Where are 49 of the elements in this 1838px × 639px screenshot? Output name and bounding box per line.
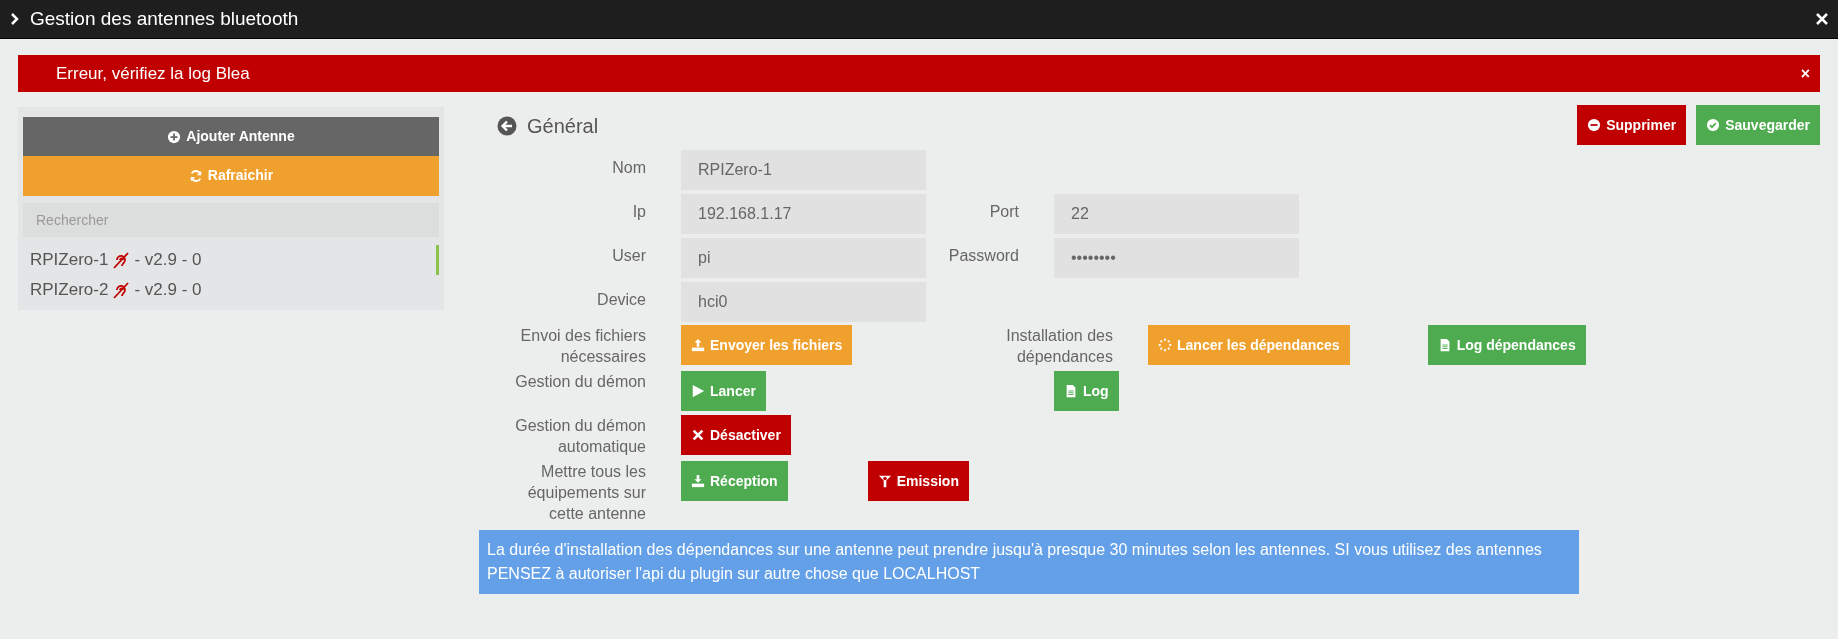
file-icon (1064, 384, 1078, 398)
action-button[interactable]: Lancer (681, 371, 766, 411)
deaf-icon (112, 251, 131, 269)
action-label: Gestion du démon (514, 372, 647, 392)
section-title: Général (527, 114, 599, 139)
text-field[interactable]: •••••••• (1054, 238, 1299, 278)
field-label: Device (596, 290, 647, 310)
upload-icon (691, 338, 705, 352)
action-label: Installation des dépendances (1005, 326, 1114, 367)
alert-text: Erreur, vérifiez la log Blea (56, 62, 251, 85)
action-button[interactable]: Désactiver (681, 415, 791, 455)
field-label: Ip (631, 202, 647, 222)
play-icon (691, 384, 705, 398)
action-label: Mettre tous les équipements sur cette antenne (526, 462, 647, 524)
action-button[interactable]: Supprimer (1577, 105, 1687, 145)
antenna-list-item[interactable]: RPIZero-1 - v2.9 - 0 (23, 245, 439, 275)
close-icon[interactable] (1816, 13, 1828, 25)
field-label: User (611, 246, 647, 266)
field-label: Nom (611, 158, 647, 178)
text-field[interactable]: 192.168.1.17 (681, 194, 926, 234)
field-label: Password (947, 246, 1020, 266)
close-icon (691, 428, 705, 442)
text-field[interactable]: pi (681, 238, 926, 278)
antenna-list-item[interactable]: RPIZero-2 - v2.9 - 0 (23, 275, 439, 305)
alert-close-button[interactable]: × (1800, 61, 1810, 86)
add-antenna-button[interactable]: Ajouter Antenne (23, 117, 439, 157)
spinner-icon (1158, 338, 1172, 352)
antenna-icon (877, 474, 892, 488)
plus-circle-icon (167, 129, 182, 144)
action-button[interactable]: Log (1054, 371, 1119, 411)
search-field[interactable]: Rechercher (23, 202, 439, 237)
action-label: Envoi des fichiers nécessaires (519, 326, 647, 367)
text-field[interactable]: hci0 (681, 282, 926, 322)
refresh-icon (188, 168, 203, 183)
field-label: Port (988, 202, 1020, 222)
download-icon (691, 474, 705, 488)
action-button[interactable]: Emission (867, 461, 969, 501)
chevron-right-icon (10, 13, 20, 25)
deaf-icon (112, 281, 131, 299)
minus-circle-icon (1587, 118, 1602, 132)
text-field[interactable]: RPIZero-1 (681, 150, 926, 190)
action-label: Gestion du démon automatique (514, 416, 647, 457)
action-button[interactable]: Log dépendances (1427, 325, 1586, 365)
window-title: Gestion des antennes bluetooth (30, 6, 300, 31)
info-message: La durée d'installation des dépendances sur une antenne peut prendre jusqu'à presque 30 minutes selon les antennes. SI vous utilisez des antennes PENSEZ à autoriser l'api du plugin sur autre chose que LOCALHOST (479, 530, 1579, 594)
action-button[interactable]: Réception (681, 461, 788, 501)
action-button[interactable]: Sauvegarder (1696, 105, 1820, 145)
check-circle-icon (1706, 118, 1721, 132)
text-field[interactable]: 22 (1054, 194, 1299, 234)
